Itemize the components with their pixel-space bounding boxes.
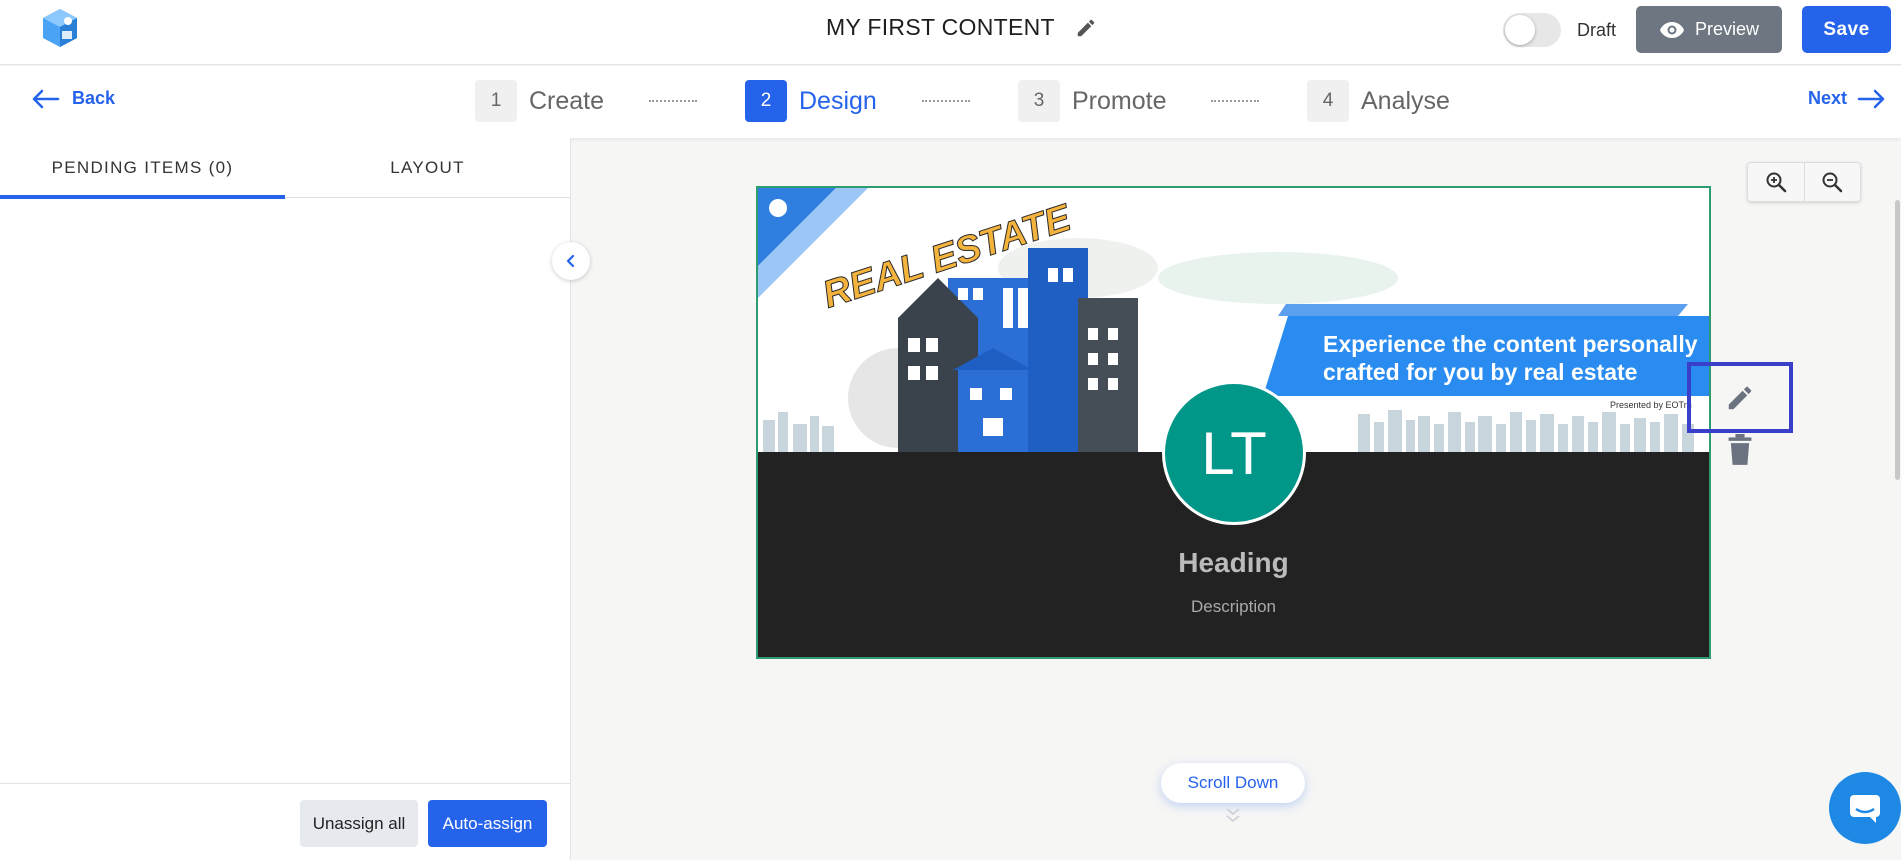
unassign-all-button[interactable]: Unassign all <box>300 800 418 847</box>
toggle-knob <box>1505 15 1535 45</box>
back-button[interactable]: Back <box>32 88 115 109</box>
arrow-left-icon <box>32 89 60 108</box>
arrow-right-icon <box>1857 89 1885 108</box>
pencil-icon <box>1728 386 1752 409</box>
step-divider <box>1211 100 1259 102</box>
pencil-icon[interactable] <box>1075 17 1097 39</box>
presented-by: Presented by EOTrn <box>1610 400 1692 410</box>
zoom-controls <box>1747 162 1861 202</box>
banner-line-2: crafted for you by real estate <box>1323 359 1637 385</box>
preview-label: Preview <box>1694 19 1760 39</box>
step-number: 4 <box>1307 80 1349 122</box>
step-create[interactable]: 1 Create <box>475 80 604 122</box>
step-divider <box>922 100 970 102</box>
panel-footer: Unassign all Auto-assign <box>0 783 571 860</box>
chevron-down-icon <box>1226 808 1240 823</box>
step-label: Design <box>799 86 877 115</box>
step-label: Promote <box>1072 86 1167 115</box>
zoom-out-button[interactable] <box>1805 163 1861 201</box>
step-number: 3 <box>1018 80 1060 122</box>
edit-card-button[interactable] <box>1687 362 1793 433</box>
trash-icon[interactable] <box>1726 434 1754 466</box>
draft-label: Draft <box>1577 20 1617 40</box>
chat-launcher[interactable] <box>1829 772 1901 844</box>
step-label: Create <box>529 86 605 115</box>
top-bar: MY FIRST CONTENT Draft Preview Save <box>0 0 1901 65</box>
preview-button[interactable]: Preview <box>1636 6 1782 53</box>
zoom-in-icon <box>1766 172 1786 193</box>
step-bar: Back 1 Create 2 Design 3 Promote 4 Analy… <box>0 66 1901 138</box>
save-button[interactable]: Save <box>1802 6 1891 53</box>
eye-icon <box>1659 21 1684 38</box>
chat-icon <box>1850 795 1880 823</box>
panel-tabs: PENDING ITEMS (0) LAYOUT <box>0 138 571 199</box>
card-heading[interactable]: Heading <box>758 547 1709 579</box>
next-button[interactable]: Next <box>1808 88 1885 109</box>
logo-icon[interactable] <box>40 7 80 49</box>
scroll-down-button[interactable]: Scroll Down <box>1161 763 1305 803</box>
back-label: Back <box>72 88 116 108</box>
collapse-panel-button[interactable] <box>552 242 590 280</box>
card-description[interactable]: Description <box>758 597 1709 617</box>
title-group: MY FIRST CONTENT <box>826 14 1097 41</box>
zoom-out-icon <box>1822 172 1843 193</box>
content-card[interactable]: REAL ESTATE Experience the content perso… <box>756 186 1711 659</box>
banner-line-1: Experience the content personally <box>1323 331 1698 357</box>
avatar: LT <box>1162 381 1306 525</box>
step-number: 1 <box>475 80 517 122</box>
content-title: MY FIRST CONTENT <box>826 14 1055 40</box>
canvas-scrollbar[interactable] <box>1895 200 1900 480</box>
step-label: Analyse <box>1361 86 1450 115</box>
left-panel: PENDING ITEMS (0) LAYOUT Unassign all Au… <box>0 138 571 860</box>
tab-layout[interactable]: LAYOUT <box>285 138 570 198</box>
step-divider <box>649 100 697 102</box>
step-number: 2 <box>745 80 787 122</box>
auto-assign-button[interactable]: Auto-assign <box>428 800 547 847</box>
zoom-in-button[interactable] <box>1748 163 1805 201</box>
chevron-left-icon <box>566 254 575 268</box>
step-design[interactable]: 2 Design <box>745 80 877 122</box>
next-label: Next <box>1808 88 1848 108</box>
step-analyse[interactable]: 4 Analyse <box>1307 80 1450 122</box>
draft-toggle[interactable] <box>1503 13 1561 47</box>
step-promote[interactable]: 3 Promote <box>1018 80 1166 122</box>
tab-pending-items[interactable]: PENDING ITEMS (0) <box>0 138 285 199</box>
